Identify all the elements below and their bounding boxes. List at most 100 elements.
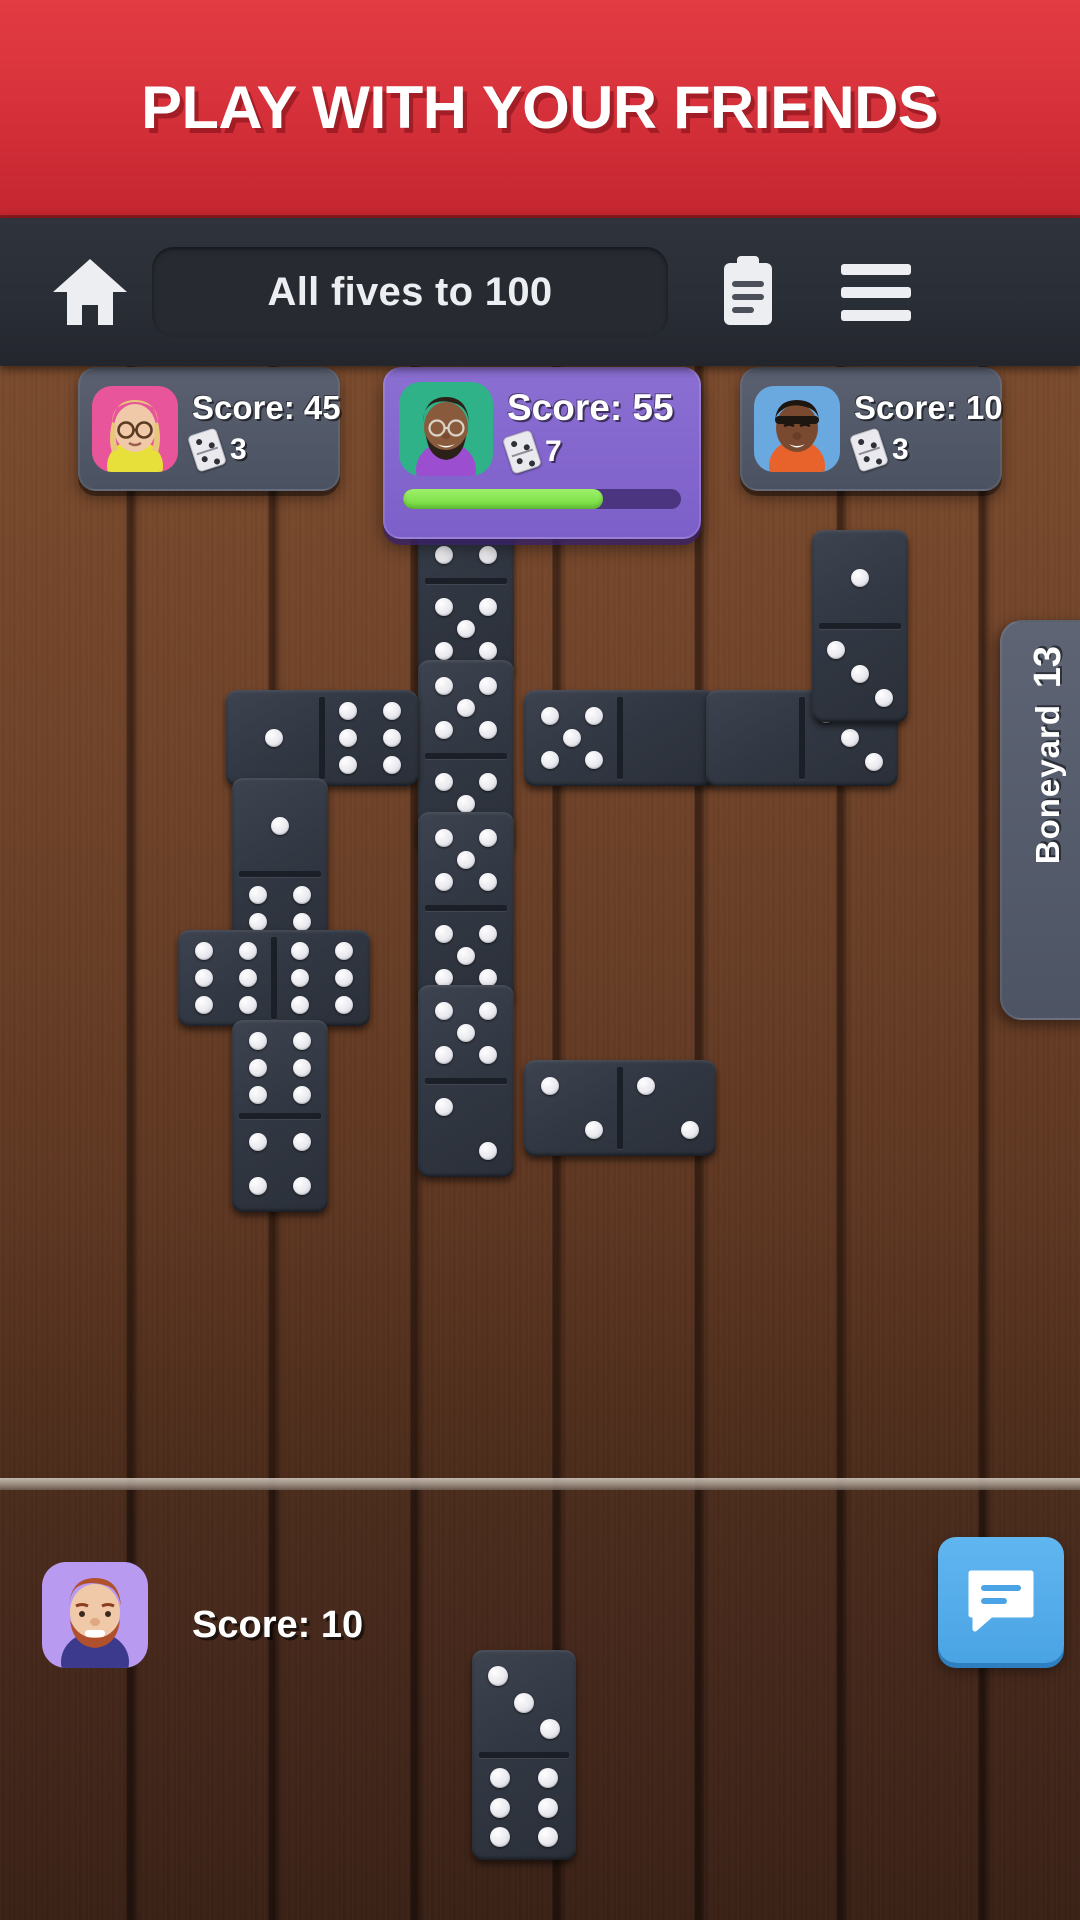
player-panel-left[interactable]: Score: 45 3 (78, 367, 341, 491)
game-mode-label: All fives to 100 (267, 269, 553, 314)
domino-pip (540, 706, 559, 725)
domino-half (472, 1650, 576, 1755)
tile-left-horizontal-1[interactable] (226, 690, 418, 786)
domino-pip (335, 942, 354, 961)
domino-pip (194, 969, 213, 987)
player-tile-count: 3 (230, 433, 247, 466)
domino-pip (293, 1132, 312, 1151)
hand-tile-0[interactable] (472, 1650, 576, 1860)
domino-pip (681, 1121, 700, 1140)
tile-left-horizontal-3[interactable] (178, 930, 370, 1026)
domino-count-icon (848, 427, 890, 473)
domino-pip (338, 755, 357, 774)
chat-button[interactable] (938, 1537, 1064, 1663)
domino-pip (239, 942, 258, 961)
domino-half (418, 660, 514, 756)
domino-pip (383, 755, 402, 774)
domino-pip (293, 913, 312, 931)
domino-pip (488, 1666, 508, 1687)
domino-pip (434, 676, 453, 695)
domino-half (620, 1060, 716, 1156)
menu-button[interactable] (830, 242, 922, 342)
domino-half (232, 1116, 328, 1212)
boneyard-label: Boneyard (1029, 704, 1066, 865)
player-hand-area[interactable] (0, 1484, 1080, 1920)
tile-center-column-4[interactable] (418, 985, 514, 1177)
domino-pip (457, 795, 475, 813)
clipboard-icon (724, 256, 772, 325)
domino-half (232, 1020, 328, 1116)
domino-count-icon (501, 429, 543, 475)
ad-banner[interactable]: PLAY WITH YOUR FRIENDS (0, 0, 1080, 218)
tile-left-vertical-4[interactable] (232, 1020, 328, 1212)
domino-pip (434, 873, 453, 892)
player-tile-count: 3 (892, 433, 909, 466)
domino-pip (479, 676, 498, 695)
domino-pip (335, 995, 354, 1014)
domino-pip (434, 772, 453, 791)
hand-avatar[interactable] (42, 1562, 148, 1668)
domino-pip (479, 1001, 498, 1020)
domino-half (418, 985, 514, 1081)
home-button[interactable] (34, 237, 146, 347)
hand-divider (0, 1478, 1080, 1490)
domino-pip (248, 886, 267, 905)
tile-right-horizontal-1[interactable] (524, 690, 716, 786)
domino-pip (293, 886, 312, 905)
avatar (399, 382, 493, 476)
avatar (754, 386, 840, 472)
tile-center-column-3[interactable] (418, 812, 514, 1004)
domino-half (706, 690, 802, 786)
domino-pip (248, 913, 267, 931)
domino-half (178, 930, 274, 1026)
domino-pip (293, 1059, 312, 1077)
domino-pip (383, 729, 402, 747)
player-score-label: Score: 55 (507, 387, 674, 428)
domino-pip (248, 1177, 267, 1196)
player-panel-right[interactable]: Score: 10 3 (740, 367, 1003, 491)
domino-pip (457, 851, 475, 869)
hamburger-menu-icon (841, 263, 911, 321)
domino-pip (490, 1797, 511, 1818)
boneyard-panel[interactable]: 13 Boneyard (1000, 620, 1080, 1020)
domino-pip (457, 699, 475, 717)
chat-bubble-icon (968, 1570, 1034, 1632)
player-score-label: Score: 10 (854, 389, 1003, 426)
domino-pip (540, 1718, 560, 1739)
domino-pip (537, 1826, 558, 1847)
domino-half (812, 530, 908, 626)
domino-pip (248, 1032, 267, 1051)
player-panel-center-active[interactable]: Score: 55 7 (383, 367, 701, 539)
domino-pip (479, 721, 498, 740)
domino-pip (293, 1177, 312, 1196)
avatar (42, 1562, 148, 1668)
domino-pip (383, 702, 402, 721)
domino-pip (194, 995, 213, 1014)
domino-pip (537, 1797, 558, 1818)
domino-half (812, 626, 908, 722)
domino-count-icon (186, 427, 228, 473)
domino-half (226, 690, 322, 786)
domino-pip (271, 817, 289, 835)
tile-upper-right-vertical[interactable] (812, 530, 908, 722)
domino-pip (585, 751, 604, 770)
domino-pip (540, 751, 559, 770)
domino-pip (265, 729, 283, 747)
tile-bottom-horizontal[interactable] (524, 1060, 716, 1156)
domino-half (524, 690, 620, 786)
domino-half (418, 1081, 514, 1177)
domino-pip (335, 969, 354, 987)
domino-half (418, 812, 514, 908)
turn-timer-bar (403, 489, 681, 509)
rules-button[interactable] (702, 242, 794, 342)
domino-pip (479, 828, 498, 847)
domino-pip (434, 924, 453, 943)
game-mode-pill[interactable]: All fives to 100 (152, 247, 668, 337)
boneyard-count: 13 (1026, 646, 1069, 689)
domino-pip (479, 1142, 498, 1161)
domino-pip (841, 729, 859, 747)
domino-pip (865, 753, 883, 771)
domino-pip (479, 924, 498, 943)
domino-pip (434, 721, 453, 740)
domino-pip (514, 1692, 534, 1713)
